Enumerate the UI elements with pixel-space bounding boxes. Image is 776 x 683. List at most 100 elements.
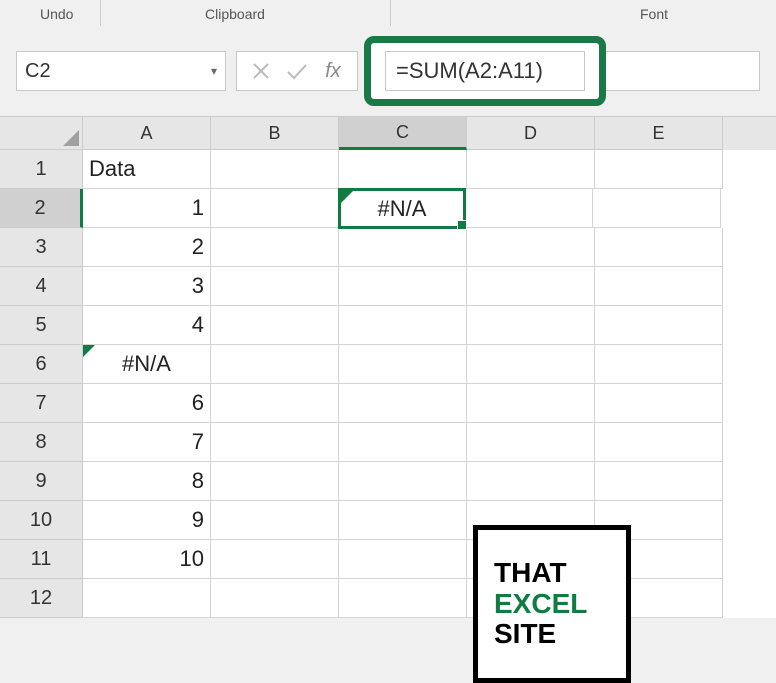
cell[interactable]: 4: [83, 306, 211, 345]
cell[interactable]: [467, 228, 595, 267]
cell[interactable]: [595, 345, 723, 384]
grid-rows: 1Data21#N/A3243546#N/A768798109111012: [0, 150, 776, 618]
row-header[interactable]: 1: [0, 150, 83, 189]
cell[interactable]: [595, 306, 723, 345]
row-header[interactable]: 11: [0, 540, 83, 579]
cell[interactable]: 6: [83, 384, 211, 423]
row-header[interactable]: 9: [0, 462, 83, 501]
ribbon-group-labels: Undo Clipboard Font: [0, 0, 776, 28]
cell[interactable]: [595, 228, 723, 267]
chevron-down-icon[interactable]: ▾: [211, 64, 217, 78]
select-all-corner[interactable]: [0, 117, 83, 150]
cell[interactable]: [211, 423, 339, 462]
row-header[interactable]: 3: [0, 228, 83, 267]
logo-line-3: SITE: [494, 619, 626, 650]
row-header[interactable]: 6: [0, 345, 83, 384]
cell[interactable]: [83, 579, 211, 618]
row: 32: [0, 228, 776, 267]
row-header[interactable]: 8: [0, 423, 83, 462]
cell[interactable]: 3: [83, 267, 211, 306]
cell[interactable]: [211, 189, 339, 228]
cell[interactable]: [595, 462, 723, 501]
cell[interactable]: [339, 462, 467, 501]
formula-bar: C2 ▾ fx =SUM(A2:A11): [0, 28, 776, 116]
row: 87: [0, 423, 776, 462]
cancel-icon[interactable]: [243, 52, 279, 90]
cell[interactable]: [211, 306, 339, 345]
row-header[interactable]: 10: [0, 501, 83, 540]
row: 98: [0, 462, 776, 501]
cell[interactable]: [467, 462, 595, 501]
row: 109: [0, 501, 776, 540]
enter-icon[interactable]: [279, 52, 315, 90]
cell[interactable]: [211, 462, 339, 501]
cell[interactable]: [211, 228, 339, 267]
column-header-c[interactable]: C: [339, 117, 467, 150]
cell[interactable]: [339, 579, 467, 618]
cell[interactable]: [595, 267, 723, 306]
cell[interactable]: [467, 345, 595, 384]
cell[interactable]: 8: [83, 462, 211, 501]
cell[interactable]: [339, 540, 467, 579]
row-header[interactable]: 7: [0, 384, 83, 423]
column-headers: ABCDE: [0, 117, 776, 150]
ribbon-clipboard-label: Clipboard: [205, 6, 265, 22]
column-header-d[interactable]: D: [467, 117, 595, 150]
cell[interactable]: #N/A: [83, 345, 211, 384]
cell[interactable]: [339, 384, 467, 423]
column-header-a[interactable]: A: [83, 117, 211, 150]
cell[interactable]: [595, 150, 723, 189]
row: 1110: [0, 540, 776, 579]
cell[interactable]: 1: [83, 189, 211, 228]
cell[interactable]: 2: [83, 228, 211, 267]
cell[interactable]: [211, 540, 339, 579]
cell[interactable]: [339, 423, 467, 462]
formula-input[interactable]: =SUM(A2:A11): [385, 51, 585, 91]
cell[interactable]: [467, 384, 595, 423]
cell[interactable]: [467, 267, 595, 306]
formula-highlight-annotation: =SUM(A2:A11): [364, 36, 606, 106]
row: 76: [0, 384, 776, 423]
row: 12: [0, 579, 776, 618]
cell[interactable]: [467, 423, 595, 462]
ribbon-font-label: Font: [640, 6, 668, 22]
cell[interactable]: [467, 150, 595, 189]
formula-input-overflow[interactable]: [606, 51, 760, 91]
cell[interactable]: Data: [83, 150, 211, 189]
cell[interactable]: [339, 345, 467, 384]
column-header-e[interactable]: E: [595, 117, 723, 150]
row: 43: [0, 267, 776, 306]
cell[interactable]: [339, 501, 467, 540]
cell[interactable]: 9: [83, 501, 211, 540]
row-header[interactable]: 5: [0, 306, 83, 345]
cell[interactable]: [595, 423, 723, 462]
column-header-b[interactable]: B: [211, 117, 339, 150]
row-header[interactable]: 12: [0, 579, 83, 618]
name-box[interactable]: C2 ▾: [16, 51, 226, 91]
cell[interactable]: [211, 267, 339, 306]
cell[interactable]: [339, 267, 467, 306]
cell[interactable]: [211, 501, 339, 540]
row-header[interactable]: 2: [0, 189, 83, 228]
cell[interactable]: 7: [83, 423, 211, 462]
cell[interactable]: [465, 189, 593, 228]
cell[interactable]: #N/A: [338, 188, 466, 229]
spreadsheet-grid: ABCDE 1Data21#N/A3243546#N/A768798109111…: [0, 116, 776, 618]
cell[interactable]: [339, 306, 467, 345]
row: 1Data: [0, 150, 776, 189]
cell[interactable]: [595, 384, 723, 423]
cell[interactable]: [211, 384, 339, 423]
cell[interactable]: 10: [83, 540, 211, 579]
fx-button[interactable]: fx: [315, 52, 351, 90]
logo-line-2: EXCEL: [494, 589, 626, 620]
cell[interactable]: [211, 579, 339, 618]
formula-controls: fx: [236, 51, 358, 91]
cell[interactable]: [593, 189, 721, 228]
cell[interactable]: [339, 228, 467, 267]
cell[interactable]: [211, 345, 339, 384]
cell[interactable]: [211, 150, 339, 189]
row-header[interactable]: 4: [0, 267, 83, 306]
logo-line-1: THAT: [494, 558, 626, 589]
cell[interactable]: [467, 306, 595, 345]
cell[interactable]: [339, 150, 467, 189]
